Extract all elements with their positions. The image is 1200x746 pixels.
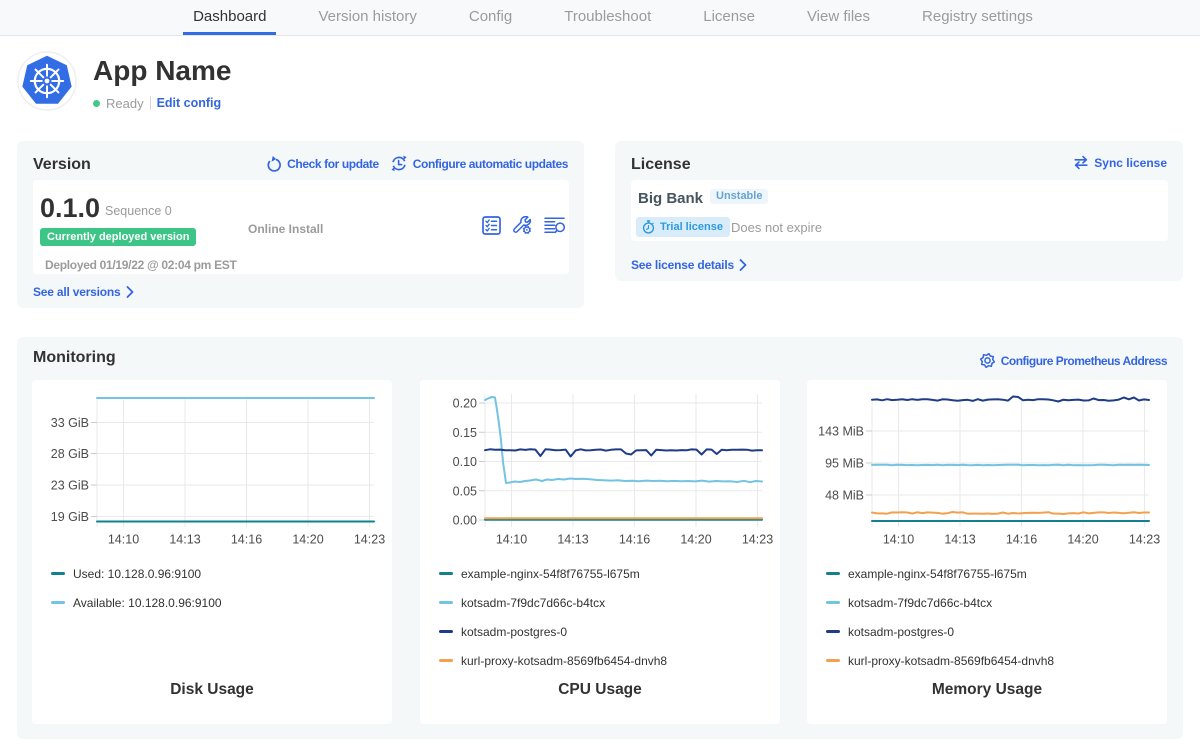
svg-text:0.05: 0.05	[453, 484, 477, 498]
svg-text:0.00: 0.00	[453, 514, 477, 528]
svg-text:14:16: 14:16	[1006, 533, 1037, 547]
svg-text:14:13: 14:13	[169, 533, 200, 547]
svg-text:23 GiB: 23 GiB	[51, 479, 89, 493]
svg-text:14:16: 14:16	[619, 533, 650, 547]
svg-text:19 GiB: 19 GiB	[51, 510, 89, 524]
svg-text:14:10: 14:10	[883, 533, 914, 547]
svg-text:14:20: 14:20	[1067, 533, 1098, 547]
svg-text:14:13: 14:13	[944, 533, 975, 547]
svg-text:95 MiB: 95 MiB	[825, 457, 864, 471]
svg-text:14:13: 14:13	[557, 533, 588, 547]
svg-text:28 GiB: 28 GiB	[51, 447, 89, 461]
svg-text:14:10: 14:10	[496, 533, 527, 547]
svg-text:14:20: 14:20	[292, 533, 323, 547]
svg-text:14:20: 14:20	[680, 533, 711, 547]
svg-text:48 MiB: 48 MiB	[825, 489, 864, 503]
svg-text:14:23: 14:23	[354, 533, 385, 547]
svg-text:0.15: 0.15	[453, 426, 477, 440]
svg-text:143 MiB: 143 MiB	[818, 425, 864, 439]
svg-text:14:23: 14:23	[1129, 533, 1160, 547]
svg-text:14:16: 14:16	[231, 533, 262, 547]
svg-text:33 GiB: 33 GiB	[51, 416, 89, 430]
svg-text:0.20: 0.20	[453, 397, 477, 411]
svg-text:14:10: 14:10	[108, 533, 139, 547]
svg-text:14:23: 14:23	[742, 533, 773, 547]
svg-text:0.10: 0.10	[453, 455, 477, 469]
